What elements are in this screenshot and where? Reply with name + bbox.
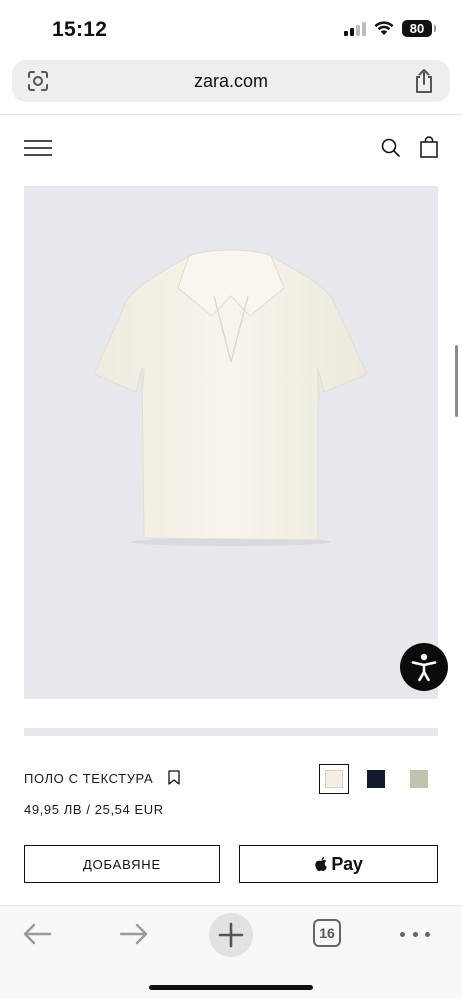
home-indicator bbox=[149, 985, 313, 990]
status-icons: 80 bbox=[344, 20, 436, 37]
status-bar: 15:12 80 bbox=[0, 0, 462, 56]
apple-logo-icon bbox=[315, 856, 328, 871]
new-tab-button[interactable] bbox=[209, 913, 253, 957]
accessibility-icon bbox=[411, 653, 437, 682]
color-swatch-sage[interactable] bbox=[410, 770, 428, 788]
bookmark-icon[interactable] bbox=[168, 770, 180, 785]
search-icon[interactable] bbox=[380, 137, 402, 159]
status-time: 15:12 bbox=[52, 18, 108, 41]
plus-icon bbox=[218, 922, 244, 948]
header-divider bbox=[0, 114, 462, 115]
add-to-cart-button[interactable]: ДОБАВЯНЕ bbox=[24, 845, 220, 883]
share-icon[interactable] bbox=[412, 68, 436, 94]
address-bar[interactable]: zara.com bbox=[12, 60, 450, 102]
url-text[interactable]: zara.com bbox=[12, 71, 450, 92]
product-price: 49,95 ЛВ / 25,54 EUR bbox=[24, 802, 164, 817]
more-options-icon[interactable] bbox=[400, 922, 430, 946]
back-arrow-icon[interactable] bbox=[22, 922, 52, 946]
color-swatch-ecru[interactable] bbox=[325, 770, 343, 788]
browser-toolbar: 16 bbox=[0, 906, 462, 999]
apple-pay-button[interactable]: Pay bbox=[239, 845, 438, 883]
color-swatch-navy[interactable] bbox=[367, 770, 385, 788]
page: 15:12 80 zara.com ПОЛО С ТЕКСТУРА 49,95 … bbox=[0, 0, 462, 999]
menu-icon[interactable] bbox=[24, 140, 52, 156]
polo-shirt-image bbox=[93, 249, 368, 546]
next-image-preview[interactable] bbox=[24, 728, 438, 736]
shopping-bag-icon[interactable] bbox=[419, 136, 439, 158]
forward-arrow-icon[interactable] bbox=[119, 922, 149, 946]
wifi-icon bbox=[374, 21, 394, 35]
cellular-signal-icon bbox=[344, 21, 366, 36]
battery-indicator: 80 bbox=[402, 20, 436, 37]
product-name: ПОЛО С ТЕКСТУРА bbox=[24, 771, 154, 786]
scroll-indicator[interactable] bbox=[455, 345, 458, 417]
tabs-button[interactable]: 16 bbox=[313, 919, 341, 947]
apple-pay-label: Pay bbox=[331, 853, 363, 874]
product-image[interactable] bbox=[24, 186, 438, 699]
accessibility-button[interactable] bbox=[400, 643, 448, 691]
